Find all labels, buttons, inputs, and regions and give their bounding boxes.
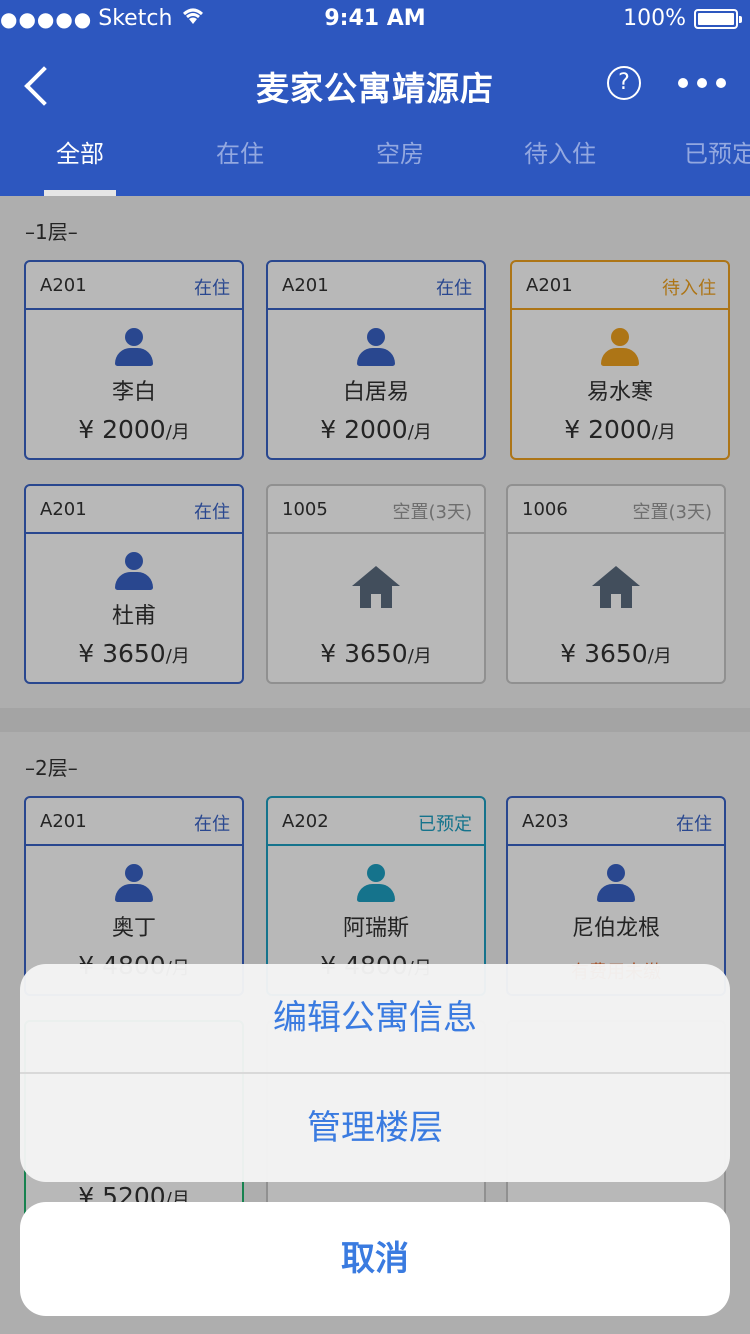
filter-tabs: 全部 在住 空房 待入住 已预定 xyxy=(0,130,750,196)
tab-occupied[interactable]: 在住 xyxy=(160,134,320,169)
more-icon[interactable] xyxy=(676,78,728,90)
battery-percent: 100% xyxy=(623,6,686,31)
status-right: 100% xyxy=(623,6,742,31)
navigation-bar: 麦家公寓靖源店 ? xyxy=(0,40,750,130)
status-bar: ●●●●● Sketch 9:41 AM 100% xyxy=(0,0,750,40)
edit-apartment-info-button[interactable]: 编辑公寓信息 xyxy=(20,964,730,1072)
cancel-button[interactable]: 取消 xyxy=(20,1202,730,1316)
battery-icon xyxy=(694,8,742,29)
action-sheet: 编辑公寓信息 管理楼层 xyxy=(20,964,730,1182)
tab-reserved[interactable]: 已预定 xyxy=(640,134,750,169)
manage-floors-button[interactable]: 管理楼层 xyxy=(20,1074,730,1182)
tab-vacant[interactable]: 空房 xyxy=(320,134,480,169)
help-icon[interactable]: ? xyxy=(607,66,641,100)
tab-all[interactable]: 全部 xyxy=(0,134,160,169)
tab-pending[interactable]: 待入住 xyxy=(480,134,640,169)
